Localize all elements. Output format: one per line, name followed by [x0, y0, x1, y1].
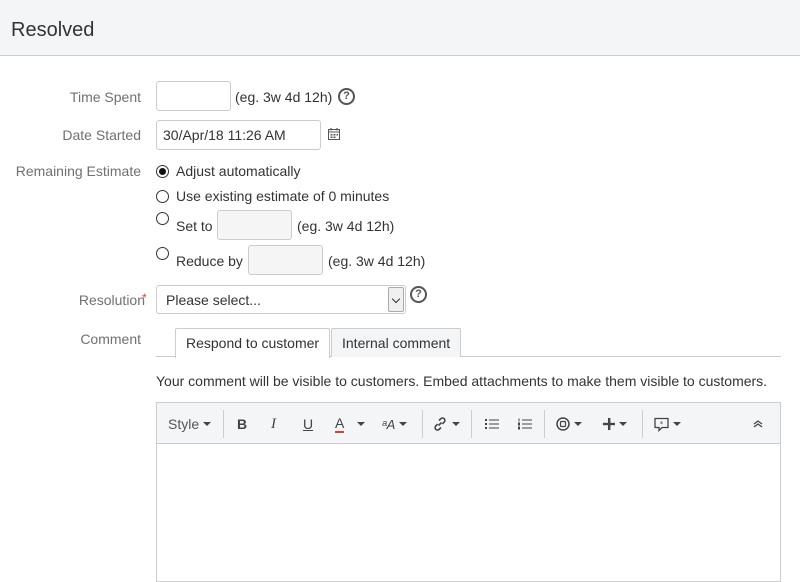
chevron-down-icon[interactable]	[388, 287, 404, 312]
bullet-list-button[interactable]	[485, 414, 499, 434]
toolbar-divider	[223, 410, 224, 438]
radio-set-to[interactable]	[156, 212, 169, 225]
date-started-label: Date Started	[62, 127, 141, 143]
text-effects-dropdown[interactable]: ᵃA	[382, 414, 408, 434]
bullet-list-icon	[485, 419, 499, 429]
resolution-label-text: Resolution	[78, 292, 145, 308]
set-to-input[interactable]	[217, 210, 292, 240]
collapse-toolbar-button[interactable]	[753, 414, 763, 434]
toolbar-divider	[642, 410, 643, 438]
style-dropdown[interactable]: Style	[168, 414, 212, 434]
time-spent-hint: (eg. 3w 4d 12h)	[235, 89, 333, 105]
reduce-by-hint: (eg. 3w 4d 12h)	[328, 253, 426, 269]
resolution-selected-value: Please select...	[166, 292, 261, 308]
link-icon	[434, 417, 446, 431]
emoticon-dropdown[interactable]	[556, 414, 582, 434]
canned-response-dropdown[interactable]: *	[654, 414, 681, 434]
dialog-title: Resolved	[11, 19, 95, 41]
style-label: Style	[168, 416, 200, 432]
calendar-icon[interactable]	[328, 128, 340, 140]
time-spent-input[interactable]	[156, 81, 231, 111]
chevron-down-icon	[673, 422, 681, 426]
underline-button[interactable]: U	[303, 414, 313, 434]
remaining-estimate-label: Remaining Estimate	[15, 163, 141, 179]
chevron-down-icon	[452, 422, 460, 426]
adjust-automatically-option[interactable]: Adjust automatically	[156, 162, 301, 180]
editor-toolbar: Style B I U A ᵃA *	[157, 403, 780, 444]
date-started-input[interactable]	[156, 120, 321, 150]
set-to-label: Set to	[176, 218, 213, 234]
text-effects-icon: ᵃA	[382, 416, 396, 432]
set-to-option[interactable]: Set to	[156, 212, 213, 235]
insert-icon	[603, 418, 615, 430]
comment-body[interactable]	[157, 445, 780, 581]
numbered-list-icon	[518, 418, 532, 430]
tab-respond-to-customer[interactable]: Respond to customer	[175, 328, 331, 358]
adjust-automatically-label: Adjust automatically	[176, 163, 301, 179]
tab-internal-comment[interactable]: Internal comment	[331, 328, 462, 357]
italic-button[interactable]: I	[271, 414, 276, 434]
radio-adjust-automatically[interactable]	[156, 164, 169, 178]
text-color-icon: A	[335, 415, 345, 433]
comment-label: Comment	[80, 331, 141, 347]
text-color-button[interactable]: A	[335, 414, 345, 434]
resolution-help-icon[interactable]: ?	[410, 286, 427, 303]
chevron-down-icon	[574, 422, 582, 426]
canned-response-icon: *	[654, 417, 669, 432]
svg-text:*: *	[660, 420, 664, 428]
reduce-by-option[interactable]: Reduce by	[156, 247, 243, 270]
use-existing-estimate-option[interactable]: Use existing estimate of 0 minutes	[156, 187, 389, 205]
chevron-down-icon	[203, 422, 212, 426]
numbered-list-button[interactable]	[518, 414, 532, 434]
time-spent-label: Time Spent	[69, 89, 141, 105]
link-dropdown[interactable]	[432, 414, 460, 434]
comment-tabs: Respond to customer Internal comment	[156, 328, 781, 358]
chevron-down-icon	[399, 422, 408, 426]
dialog-header: Resolved	[0, 0, 800, 56]
emoticon-icon	[556, 417, 570, 431]
bold-button[interactable]: B	[237, 414, 247, 434]
toolbar-divider	[544, 410, 545, 438]
help-icon[interactable]: ?	[338, 88, 355, 105]
radio-reduce-by[interactable]	[156, 247, 169, 260]
resolution-select[interactable]: Please select...	[156, 285, 406, 314]
radio-use-existing-estimate[interactable]	[156, 189, 169, 203]
chevron-down-icon	[619, 422, 627, 426]
chevron-down-icon	[357, 422, 365, 426]
reduce-by-input[interactable]	[248, 245, 323, 275]
set-to-hint: (eg. 3w 4d 12h)	[297, 218, 395, 234]
toolbar-divider	[471, 410, 472, 438]
insert-dropdown[interactable]	[603, 414, 627, 434]
collapse-icon	[753, 420, 763, 428]
use-existing-estimate-label: Use existing estimate of 0 minutes	[176, 188, 390, 204]
resolution-label: Resolution	[79, 291, 145, 309]
reduce-by-label: Reduce by	[176, 253, 243, 269]
comment-editor[interactable]: Style B I U A ᵃA *	[156, 402, 781, 582]
toolbar-divider	[422, 410, 423, 438]
text-color-dropdown[interactable]	[353, 414, 365, 434]
comment-visibility-notice: Your comment will be visible to customer…	[156, 373, 768, 389]
required-marker: *	[142, 291, 147, 305]
